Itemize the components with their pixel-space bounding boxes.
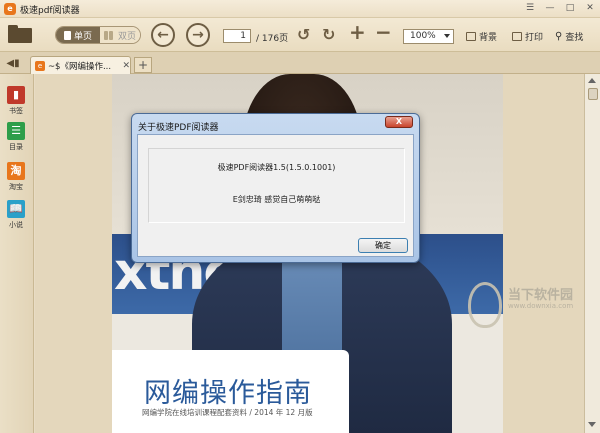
dialog-message-text: E剑忠琦 感觉自己萌萌哒 (232, 195, 321, 204)
background-label: 背景 (479, 33, 498, 43)
sidebar-item-label: 小说 (9, 221, 23, 229)
window-controls: ☰ — □ ✕ (524, 2, 596, 14)
view-mode-toggle: 单页 双页 (55, 26, 141, 44)
cover-subtitle: 网编学院在线培训课程配套资料 / 2014 年 12 月版 (142, 408, 313, 417)
maximize-icon[interactable]: □ (564, 2, 576, 14)
dialog-version-text: 极速PDF阅读器1.5(1.5.0.1001) (217, 163, 336, 172)
dialog-info-panel (148, 148, 405, 223)
scroll-up-icon[interactable] (588, 78, 596, 83)
add-tab-button[interactable]: + (134, 57, 152, 73)
about-dialog: 关于极速PDF阅读器 X 极速PDF阅读器1.5(1.5.0.1001) E剑忠… (131, 113, 420, 263)
vertical-scrollbar[interactable] (584, 74, 600, 433)
sidebar: ▮ 书签 ☰ 目录 淘 淘宝 📖 小说 (0, 74, 34, 433)
zoom-in-icon[interactable]: + (349, 22, 366, 42)
double-page-icon (103, 30, 108, 40)
window-title: 极速pdf阅读器 (20, 6, 80, 16)
minimize-icon[interactable]: — (544, 2, 556, 14)
scrollbar-thumb[interactable] (588, 88, 598, 100)
sidebar-item-label: 目录 (9, 143, 23, 151)
rotate-left-icon[interactable]: ↺ (297, 27, 310, 43)
collapse-sidebar-icon[interactable]: ◀▮ (4, 57, 22, 70)
watermark: 当下软件园 www.downxia.com (468, 278, 584, 348)
sidebar-item-toc[interactable]: ☰ 目录 (4, 122, 28, 152)
document-tab-label: ~$《网编操作... (47, 61, 112, 72)
double-page-button[interactable]: 双页 (100, 27, 140, 43)
document-tab[interactable]: e ~$《网编操作... ✕ (30, 56, 131, 74)
scroll-down-icon[interactable] (588, 422, 596, 427)
zoom-select[interactable]: 100% (403, 29, 454, 44)
pdf-file-icon: e (35, 60, 45, 71)
dialog-close-button[interactable]: X (385, 116, 413, 128)
tab-bar: ◀▮ e ~$《网编操作... ✕ + (0, 52, 600, 74)
watermark-logo-icon (468, 282, 502, 328)
watermark-url: www.downxia.com (508, 302, 574, 310)
search-button[interactable]: ⚲ 查找 (555, 30, 583, 43)
sidebar-item-bookmarks[interactable]: ▮ 书签 (4, 86, 28, 116)
background-button[interactable]: 背景 (466, 30, 497, 43)
prev-page-icon[interactable]: ← (151, 23, 175, 47)
bookmark-icon: ▮ (7, 86, 25, 104)
single-page-button[interactable]: 单页 (56, 27, 100, 43)
open-file-icon[interactable] (8, 25, 32, 43)
print-icon (512, 32, 522, 41)
dialog-title: 关于极速PDF阅读器 (138, 123, 219, 133)
sidebar-item-novel[interactable]: 📖 小说 (4, 200, 28, 230)
sidebar-item-label: 淘宝 (9, 183, 23, 191)
search-label: 查找 (565, 33, 584, 43)
print-button[interactable]: 打印 (512, 30, 543, 43)
double-page-label: 双页 (117, 31, 136, 42)
sidebar-item-taobao[interactable]: 淘 淘宝 (4, 162, 28, 192)
page-number-input[interactable]: 1 (223, 29, 251, 43)
close-icon[interactable]: ✕ (584, 2, 596, 14)
title-bar: e 极速pdf阅读器 ☰ — □ ✕ (0, 0, 600, 18)
next-page-icon[interactable]: → (186, 23, 210, 47)
zoom-value: 100% (410, 31, 436, 41)
cover-title: 网编操作指南 (144, 378, 312, 409)
close-tab-icon[interactable]: ✕ (122, 61, 130, 71)
taobao-icon: 淘 (7, 162, 25, 180)
page-total: / 176页 (256, 34, 289, 44)
app-logo-icon: e (4, 3, 16, 15)
dialog-body: 极速PDF阅读器1.5(1.5.0.1001) E剑忠琦 感觉自己萌萌哒 确定 (137, 134, 414, 257)
ok-button[interactable]: 确定 (358, 238, 408, 253)
single-page-icon (63, 30, 71, 40)
novel-icon: 📖 (7, 200, 25, 218)
watermark-name: 当下软件园 (508, 288, 574, 303)
search-icon: ⚲ (555, 31, 563, 42)
chevron-down-icon (444, 34, 450, 38)
menu-icon[interactable]: ☰ (524, 2, 536, 14)
print-label: 打印 (525, 33, 544, 43)
rotate-right-icon[interactable]: ↻ (322, 27, 335, 43)
zoom-out-icon[interactable]: − (375, 22, 392, 42)
toolbar: 单页 双页 ← → 1 / 176页 ↺ ↻ + − 100% 背景 打印 ⚲ … (0, 18, 600, 52)
background-icon (466, 32, 476, 41)
toc-icon: ☰ (7, 122, 25, 140)
sidebar-item-label: 书签 (9, 107, 23, 115)
single-page-label: 单页 (73, 31, 92, 42)
